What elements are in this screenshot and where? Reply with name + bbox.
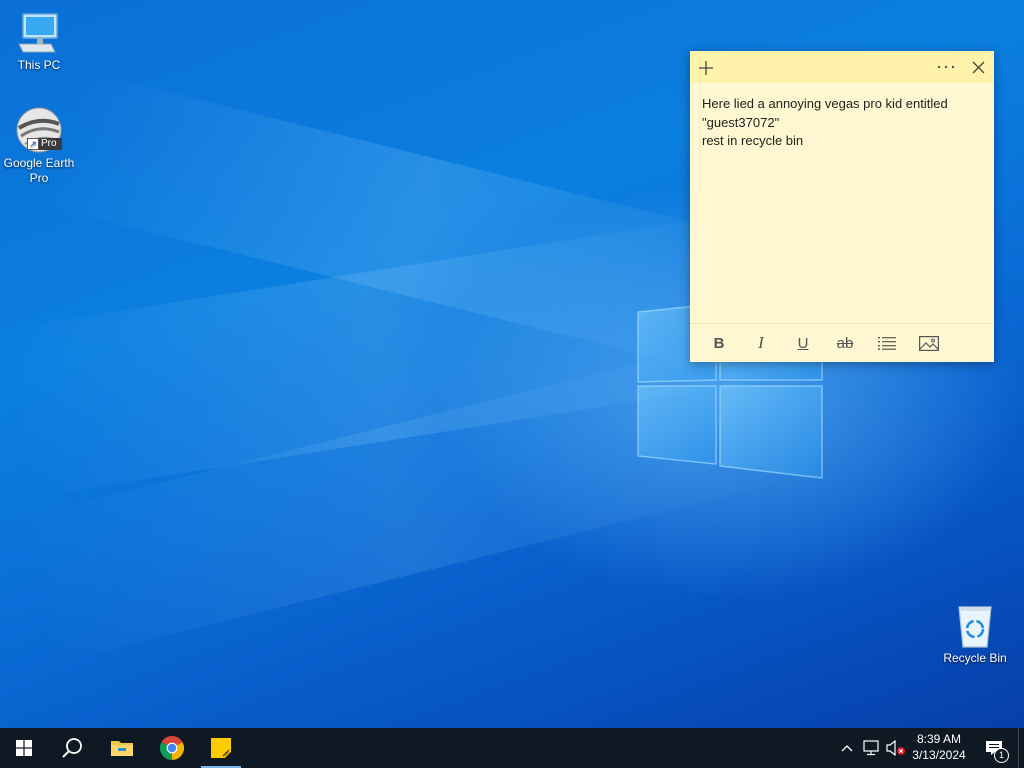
chrome-icon [160, 736, 184, 760]
bold-button[interactable]: B [698, 328, 740, 358]
file-explorer-button[interactable] [98, 728, 146, 768]
volume-muted-icon [886, 740, 905, 756]
action-center-button[interactable]: 1 [978, 728, 1010, 768]
bullet-list-button[interactable] [866, 328, 908, 358]
windows-start-icon [16, 740, 32, 756]
note-text-line: "guest37072" [702, 114, 780, 130]
strikethrough-button[interactable]: ab [824, 328, 866, 358]
clock-time: 8:39 AM [916, 732, 962, 746]
start-button[interactable] [0, 728, 48, 768]
desktop-icon-recycle-bin[interactable]: Recycle Bin [937, 601, 1013, 666]
search-button[interactable] [48, 728, 96, 768]
search-icon [62, 738, 82, 758]
desktop-icon-this-pc[interactable]: This PC [1, 8, 77, 73]
taskbar: 8:39 AM 3/13/2024 1 [0, 728, 1024, 768]
insert-image-button[interactable] [908, 328, 950, 358]
show-hidden-icons-button[interactable] [836, 728, 858, 768]
desktop: This PC Pro ↗ Google Earth Pro Recycle B… [0, 0, 1024, 728]
notification-count-badge: 1 [994, 748, 1009, 763]
chevron-up-icon [841, 745, 853, 752]
underline-button[interactable]: U [782, 328, 824, 358]
shortcut-arrow-icon: ↗ [27, 138, 39, 150]
bullet-list-icon [878, 337, 896, 350]
sticky-notes-icon [211, 738, 231, 758]
desktop-icon-label: This PC [17, 58, 61, 72]
note-text-line: Here lied a annoying vegas pro kid entit… [702, 96, 948, 111]
network-icon [863, 740, 879, 756]
sticky-notes-button[interactable] [197, 728, 245, 768]
sticky-note-window[interactable]: Here lied a annoying vegas pro kid entit… [690, 51, 994, 362]
desktop-icon-label: Google Earth Pro [3, 156, 75, 185]
more-icon [937, 65, 955, 68]
folder-icon [111, 741, 133, 756]
clock-date: 3/13/2024 [912, 748, 966, 762]
computer-icon [18, 13, 58, 53]
note-text-area[interactable]: Here lied a annoying vegas pro kid entit… [702, 95, 982, 151]
chrome-button[interactable] [148, 728, 196, 768]
show-desktop-button[interactable] [1018, 728, 1024, 768]
desktop-icon-google-earth-pro[interactable]: Pro ↗ Google Earth Pro [1, 106, 77, 186]
add-note-button[interactable] [690, 51, 722, 83]
clock[interactable]: 8:39 AM 3/13/2024 [906, 728, 972, 768]
close-button[interactable] [962, 51, 994, 83]
close-icon [972, 61, 984, 74]
recycle-bin-icon [958, 606, 992, 648]
sticky-note-titlebar[interactable] [690, 51, 994, 83]
image-icon [919, 335, 939, 351]
menu-button[interactable] [930, 51, 962, 83]
plus-icon [699, 60, 713, 75]
desktop-icon-label: Recycle Bin [943, 651, 1007, 665]
volume-button[interactable] [884, 728, 908, 768]
italic-button[interactable]: I [740, 328, 782, 358]
format-toolbar: B I U ab [690, 323, 994, 362]
network-button[interactable] [860, 728, 884, 768]
note-text-line: rest in recycle bin [702, 133, 804, 148]
